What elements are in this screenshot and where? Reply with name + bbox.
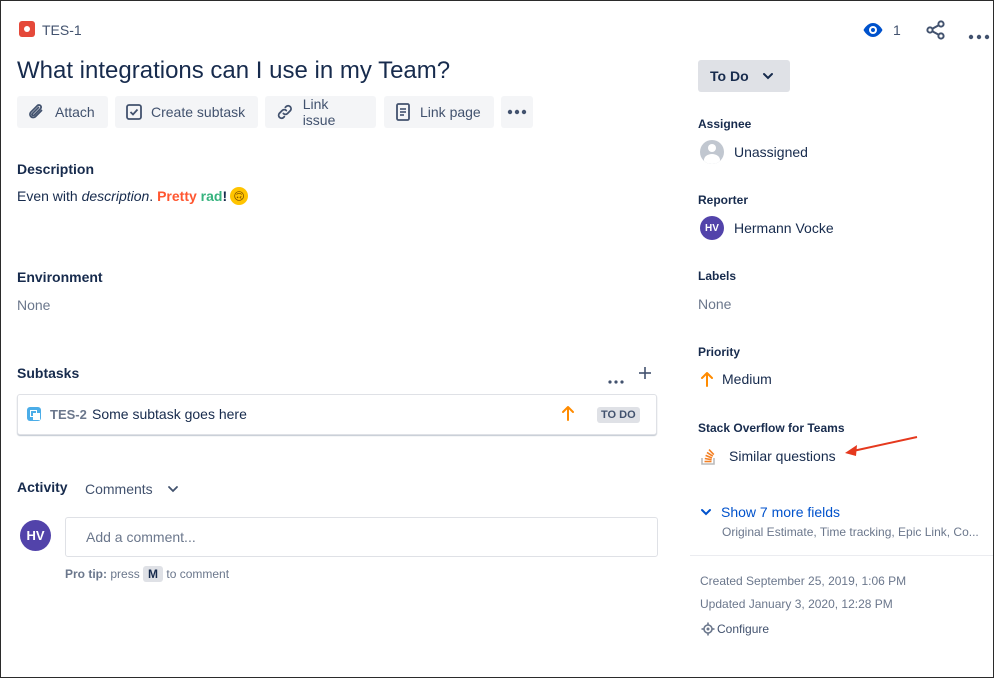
- labels-value[interactable]: None: [698, 296, 731, 312]
- configure-label: Configure: [717, 622, 770, 636]
- comment-input[interactable]: Add a comment...: [65, 517, 658, 557]
- issue-key-link[interactable]: TES-1: [42, 22, 82, 38]
- description-heading: Description: [17, 161, 95, 177]
- link-page-label: Link page: [420, 104, 481, 120]
- more-icon: [507, 109, 527, 115]
- watch-button[interactable]: 1: [862, 21, 901, 39]
- page-icon: [396, 103, 410, 121]
- show-more-fields-button[interactable]: Show 7 more fields: [700, 504, 840, 520]
- add-subtask-button[interactable]: [638, 366, 652, 385]
- link-issue-button[interactable]: Link issue: [265, 96, 376, 128]
- pro-tip: Pro tip: press M to comment: [65, 566, 229, 582]
- subtask-icon: [126, 104, 142, 120]
- created-date: Created September 25, 2019, 1:06 PM: [700, 574, 907, 588]
- description-rad: rad: [200, 188, 223, 204]
- subtask-summary[interactable]: Some subtask goes here: [92, 406, 247, 422]
- more-actions-button[interactable]: [968, 27, 990, 45]
- avatar: HV: [20, 520, 51, 551]
- show-more-fields-label: Show 7 more fields: [721, 504, 841, 520]
- assignee-value: Unassigned: [734, 144, 808, 160]
- annotation-arrow-icon: [845, 436, 918, 456]
- labels-label: Labels: [698, 269, 737, 283]
- description-bang: !: [222, 188, 228, 204]
- attach-button[interactable]: Attach: [17, 96, 108, 128]
- environment-value[interactable]: None: [17, 297, 50, 313]
- share-button[interactable]: [926, 20, 946, 45]
- status-label: To Do: [710, 68, 749, 84]
- description-text: Even with: [17, 188, 82, 204]
- toolbar-more-button[interactable]: [501, 96, 533, 128]
- assignee-label: Assignee: [698, 117, 752, 131]
- chevron-down-icon: [167, 486, 178, 493]
- stackoverflow-icon: [701, 449, 715, 465]
- subtask-row[interactable]: TES-2 Some subtask goes here TO DO: [17, 394, 657, 435]
- pro-tip-text: to comment: [166, 567, 230, 581]
- chevron-down-icon: [762, 73, 773, 80]
- unassigned-avatar-icon: [700, 140, 724, 164]
- subtask-status-badge[interactable]: TO DO: [597, 407, 640, 423]
- more-fields-summary: Original Estimate, Time tracking, Epic L…: [722, 525, 979, 539]
- configure-button[interactable]: Configure: [701, 622, 769, 636]
- environment-heading: Environment: [17, 269, 103, 285]
- description-italic: description: [81, 188, 150, 204]
- description-body[interactable]: Even with description. Pretty rad! 🙃: [17, 187, 249, 205]
- more-icon: [968, 34, 990, 40]
- reporter-field[interactable]: HV Hermann Vocke: [700, 216, 834, 240]
- plus-icon: [639, 367, 651, 379]
- stackoverflow-label: Stack Overflow for Teams: [698, 421, 845, 435]
- divider: [690, 555, 993, 556]
- assignee-field[interactable]: Unassigned: [700, 140, 808, 164]
- priority-medium-icon: [701, 372, 713, 387]
- reporter-label: Reporter: [698, 193, 749, 207]
- avatar: HV: [700, 216, 724, 240]
- priority-label: Priority: [698, 345, 741, 359]
- description-pretty: Pretty: [157, 188, 197, 204]
- subtask-key[interactable]: TES-2: [50, 407, 87, 422]
- link-icon: [277, 104, 292, 120]
- subtasks-heading: Subtasks: [17, 365, 80, 381]
- activity-filter-label: Comments: [85, 481, 153, 497]
- activity-filter-dropdown[interactable]: Comments: [85, 481, 179, 497]
- link-page-button[interactable]: Link page: [384, 96, 494, 128]
- pro-tip-label: Pro tip:: [65, 567, 107, 581]
- eye-icon: [863, 23, 883, 37]
- similar-questions-link[interactable]: Similar questions: [700, 446, 836, 466]
- bug-icon: [19, 21, 35, 37]
- activity-heading: Activity: [17, 479, 68, 495]
- link-issue-label: Link issue: [302, 96, 336, 128]
- status-dropdown[interactable]: To Do: [698, 60, 790, 92]
- share-icon: [926, 20, 945, 40]
- priority-field[interactable]: Medium: [700, 371, 772, 387]
- description-text: .: [149, 188, 158, 204]
- attach-label: Attach: [55, 104, 95, 120]
- more-icon: [608, 380, 624, 384]
- gear-icon: [701, 622, 715, 636]
- chevron-down-icon: [701, 509, 711, 516]
- pro-tip-text: press: [110, 567, 140, 581]
- issue-view: TES-1 1 What integrations can I use in m…: [0, 0, 994, 678]
- keyboard-key: M: [143, 566, 164, 582]
- watch-count: 1: [893, 22, 901, 38]
- priority-medium-icon: [562, 406, 574, 421]
- create-subtask-label: Create subtask: [151, 104, 246, 120]
- paperclip-icon: [29, 104, 43, 119]
- priority-value: Medium: [722, 371, 772, 387]
- updated-date: Updated January 3, 2020, 12:28 PM: [700, 597, 893, 611]
- subtasks-more-button[interactable]: [608, 371, 624, 389]
- similar-questions-label: Similar questions: [729, 448, 836, 464]
- create-subtask-button[interactable]: Create subtask: [115, 96, 258, 128]
- reporter-value: Hermann Vocke: [734, 220, 834, 236]
- issue-title[interactable]: What integrations can I use in my Team?: [17, 57, 450, 85]
- upside-down-face-icon: 🙃: [230, 187, 249, 205]
- subtask-type-icon: [27, 407, 41, 421]
